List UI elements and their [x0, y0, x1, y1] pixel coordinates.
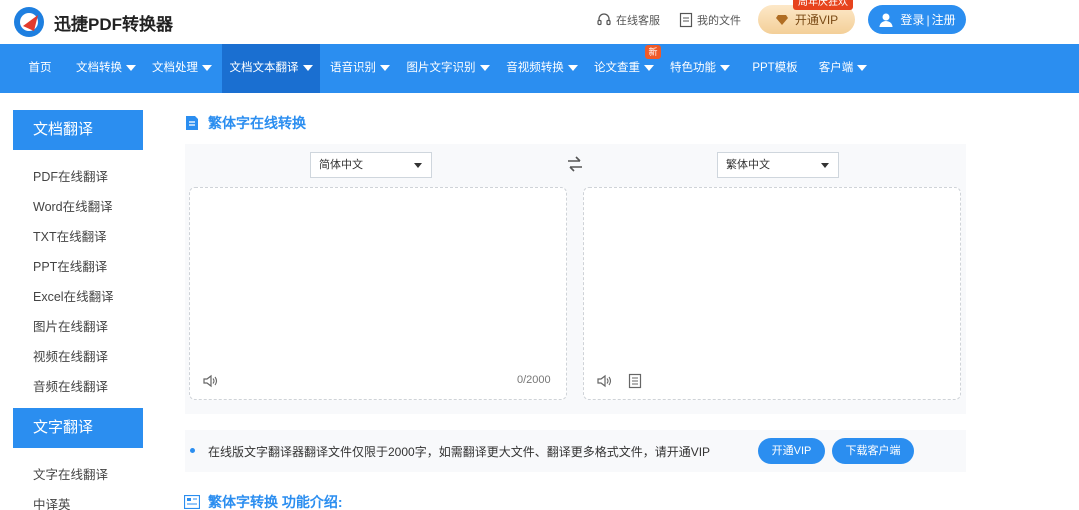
anniversary-tag: 周年庆狂欢: [793, 0, 853, 10]
nav-item-av-convert[interactable]: 音视频转换: [500, 44, 584, 93]
chevron-down-icon: [380, 64, 390, 71]
login-divider: |: [926, 12, 930, 27]
document-icon: [186, 116, 198, 130]
result-text-output: [583, 187, 961, 400]
intro-title: 繁体字转换 功能介绍:: [184, 492, 343, 510]
nav-item-client[interactable]: 客户端: [812, 44, 874, 93]
login-label: 登录: [900, 13, 925, 27]
chevron-down-icon: [479, 64, 490, 71]
headset-icon: [597, 13, 611, 26]
chevron-down-icon: [644, 64, 654, 71]
intro-title-text: 繁体字转换 功能介绍:: [208, 494, 343, 510]
chevron-down-icon: [126, 64, 136, 71]
sidebar-group-text-translate[interactable]: 文字翻译: [13, 408, 143, 448]
nav-label: 音视频转换: [506, 62, 564, 74]
nav-label: 首页: [28, 62, 52, 74]
file-icon: [679, 12, 693, 28]
sidebar-item-audio-translate[interactable]: 音频在线翻译: [33, 376, 108, 395]
brand-name[interactable]: 迅捷PDF转换器: [54, 10, 173, 35]
online-service-label: 在线客服: [616, 15, 660, 27]
nav-item-features[interactable]: 特色功能: [664, 44, 736, 93]
sidebar-item-pdf-translate[interactable]: PDF在线翻译: [33, 166, 108, 185]
sidebar-group-doc-translate[interactable]: 文档翻译: [13, 110, 143, 150]
sidebar-item-txt-translate[interactable]: TXT在线翻译: [33, 226, 107, 245]
list-icon: [184, 495, 200, 509]
chevron-down-icon: [202, 64, 212, 71]
top-header: 迅捷PDF转换器 在线客服 我的文件 开通VIP 周年庆狂欢 登录 | 注册: [0, 0, 1079, 44]
notice-vip-button[interactable]: 开通VIP: [758, 438, 825, 464]
login-register-button[interactable]: 登录 | 注册: [868, 5, 966, 34]
chevron-down-icon: [857, 64, 868, 71]
sidebar-item-excel-translate[interactable]: Excel在线翻译: [33, 286, 114, 305]
sidebar-item-image-translate[interactable]: 图片在线翻译: [33, 316, 108, 335]
nav-item-home[interactable]: 首页: [14, 44, 66, 93]
copy-icon[interactable]: [628, 373, 642, 389]
nav-label: 特色功能: [670, 62, 716, 74]
chevron-down-icon: [567, 64, 578, 71]
target-language-value: 繁体中文: [726, 159, 770, 171]
nav-item-doc-translate[interactable]: 文档文本翻译: [222, 44, 320, 93]
main-nav: 首页 文档转换 文档处理 文档文本翻译 语音识别 图片文字识别 音视频转换 论文…: [0, 44, 1079, 93]
sidebar-item-word-translate[interactable]: Word在线翻译: [33, 196, 113, 215]
register-label: 注册: [931, 13, 956, 27]
sidebar-item-video-translate[interactable]: 视频在线翻译: [33, 346, 108, 365]
nav-label: 语音识别: [330, 62, 376, 74]
download-client-button[interactable]: 下载客户端: [832, 438, 914, 464]
user-icon: [879, 13, 893, 27]
nav-item-image-ocr[interactable]: 图片文字识别: [400, 44, 496, 93]
logo-icon[interactable]: [12, 5, 46, 39]
source-language-value: 简体中文: [319, 159, 363, 171]
online-service-link[interactable]: 在线客服: [596, 12, 660, 28]
nav-label: 客户端: [818, 62, 854, 74]
sidebar-item-zh-en[interactable]: 中译英: [33, 494, 71, 510]
nav-item-doc-convert[interactable]: 文档转换: [70, 44, 142, 93]
nav-label: 论文查重: [594, 62, 640, 74]
nav-item-doc-process[interactable]: 文档处理: [146, 44, 218, 93]
page-title-text: 繁体字在线转换: [208, 115, 306, 131]
nav-label: 文档处理: [152, 62, 198, 74]
nav-label: 图片文字识别: [406, 62, 476, 74]
char-counter: 0/2000: [517, 374, 551, 386]
chevron-down-icon: [821, 163, 829, 168]
diamond-icon: [775, 14, 788, 25]
swap-icon[interactable]: [566, 155, 584, 173]
chevron-down-icon: [302, 64, 313, 71]
chevron-down-icon: [414, 163, 422, 168]
sidebar-item-ppt-translate[interactable]: PPT在线翻译: [33, 256, 107, 275]
nav-label: 文档转换: [76, 62, 122, 74]
nav-item-ppt-templates[interactable]: PPT模板: [744, 44, 806, 93]
source-text-input[interactable]: [189, 187, 567, 400]
chevron-down-icon: [720, 64, 730, 71]
target-language-select[interactable]: 繁体中文: [717, 152, 839, 178]
sidebar-item-text-translate[interactable]: 文字在线翻译: [33, 464, 108, 483]
my-files-link[interactable]: 我的文件: [679, 12, 741, 28]
my-files-label: 我的文件: [697, 15, 741, 27]
nav-item-speech-recognition[interactable]: 语音识别: [324, 44, 396, 93]
page-title: 繁体字在线转换: [184, 113, 306, 133]
bullet-dot: [190, 448, 195, 453]
new-badge: 新: [645, 45, 661, 59]
open-vip-label: 开通VIP: [794, 13, 839, 27]
notice-text: 在线版文字翻译器翻译文件仅限于2000字，如需翻译更大文件、翻译更多格式文件，请…: [208, 445, 711, 459]
nav-label: PPT模板: [752, 62, 798, 74]
speaker-icon[interactable]: [597, 374, 613, 388]
speaker-icon[interactable]: [203, 374, 219, 388]
nav-label: 文档文本翻译: [229, 62, 299, 74]
source-language-select[interactable]: 简体中文: [310, 152, 432, 178]
